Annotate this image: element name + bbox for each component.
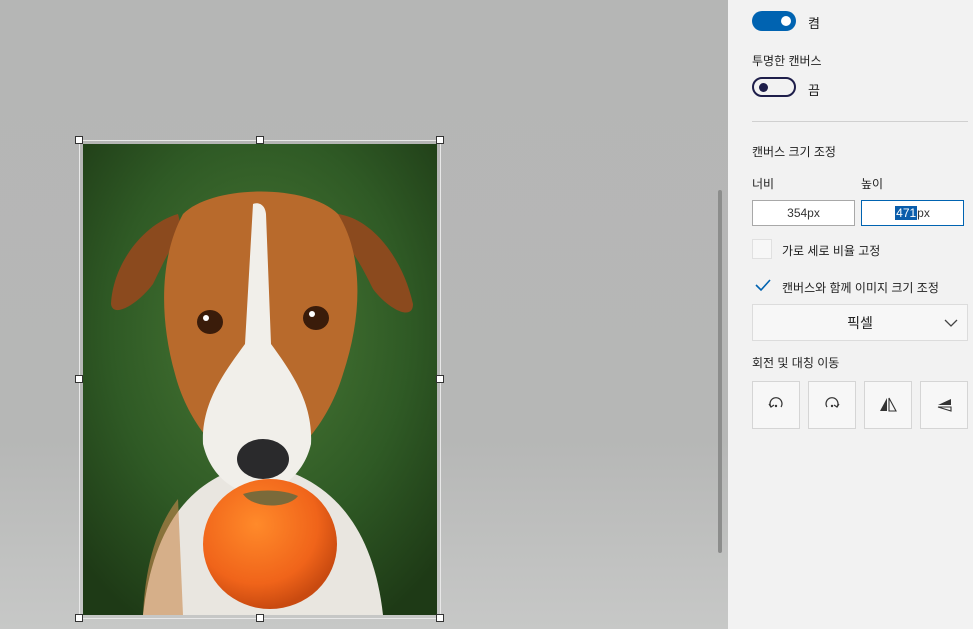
resize-handle-top[interactable] [256, 136, 264, 144]
toggle-knob [781, 16, 791, 26]
toggle-knob [759, 83, 768, 92]
resize-image-label: 캔버스와 함께 이미지 크기 조정 [782, 281, 939, 295]
resize-handle-bottom-left[interactable] [75, 614, 83, 622]
resize-handle-bottom[interactable] [256, 614, 264, 622]
height-value-selected: 471 [895, 206, 918, 220]
width-input[interactable]: 354px [752, 200, 855, 226]
resize-handle-left[interactable] [75, 375, 83, 383]
unit-dropdown-value: 픽셀 [847, 314, 873, 331]
flip-horizontal-button[interactable] [864, 381, 912, 429]
height-label: 높이 [861, 177, 884, 191]
rotate-left-button[interactable] [752, 381, 800, 429]
canvas-image[interactable] [83, 144, 437, 615]
top-toggle-state: 켬 [808, 16, 820, 31]
width-label: 너비 [752, 177, 775, 191]
flip-vertical-icon [937, 399, 952, 412]
width-value: 354px [787, 206, 820, 220]
lock-aspect-label: 가로 세로 비율 고정 [782, 244, 881, 258]
resize-handle-right[interactable] [436, 375, 444, 383]
chevron-down-icon [944, 319, 958, 327]
transparent-canvas-toggle[interactable] [752, 77, 796, 97]
transparent-canvas-state: 끔 [808, 83, 820, 98]
rotate-left-icon [768, 397, 783, 408]
top-toggle[interactable] [752, 11, 796, 31]
resize-heading: 캔버스 크기 조정 [752, 145, 836, 159]
vertical-scrollbar[interactable] [718, 190, 722, 553]
resize-handle-top-right[interactable] [436, 136, 444, 144]
flip-horizontal-icon [880, 397, 897, 412]
lock-aspect-checkbox[interactable] [752, 239, 772, 259]
resize-handle-top-left[interactable] [75, 136, 83, 144]
canvas-workspace[interactable] [0, 0, 728, 629]
dog-photo [83, 144, 437, 615]
transparent-canvas-label: 투명한 캔버스 [752, 54, 822, 68]
resize-handle-bottom-right[interactable] [436, 614, 444, 622]
resize-image-checkbox[interactable] [753, 275, 773, 295]
rotate-flip-heading: 회전 및 대칭 이동 [752, 356, 840, 370]
unit-dropdown[interactable]: 픽셀 [752, 304, 968, 341]
height-value-unit: px [917, 206, 930, 220]
rotate-right-icon [825, 397, 840, 408]
flip-vertical-button[interactable] [920, 381, 968, 429]
rotate-right-button[interactable] [808, 381, 856, 429]
section-divider [752, 121, 968, 122]
height-input[interactable]: 471 px [861, 200, 964, 226]
